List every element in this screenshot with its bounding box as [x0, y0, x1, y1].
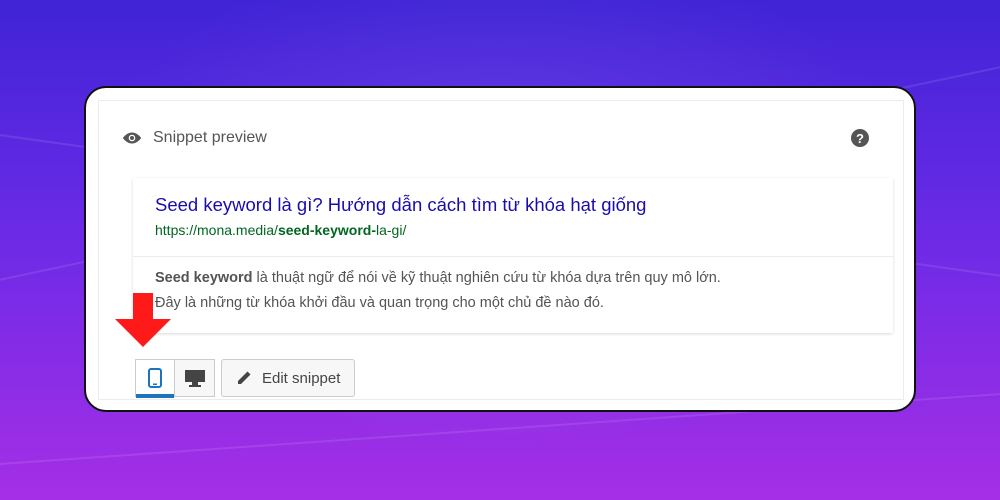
snippet-panel: Snippet preview ? Seed keyword là gì? Hư…	[98, 100, 904, 400]
snippet-card: Snippet preview ? Seed keyword là gì? Hư…	[84, 86, 916, 412]
serp-description: Seed keyword là thuật ngữ để nói về kỹ t…	[155, 266, 875, 316]
desktop-preview-button[interactable]	[175, 359, 215, 397]
serp-desc-line1: là thuật ngữ để nói về kỹ thuật nghiên c…	[252, 270, 721, 286]
snippet-preview-header: Snippet preview	[121, 128, 267, 148]
serp-desc-line2: Đây là những từ khóa khởi đầu và quan tr…	[155, 295, 604, 311]
edit-snippet-button[interactable]: Edit snippet	[221, 359, 356, 397]
serp-desc-keyword: Seed keyword	[155, 270, 253, 286]
mobile-preview-button[interactable]	[135, 359, 175, 398]
red-arrow-down-icon	[115, 293, 171, 347]
pencil-icon	[238, 371, 251, 384]
question-icon[interactable]: ?	[851, 129, 869, 147]
serp-divider	[133, 256, 893, 257]
serp-preview: Seed keyword là gì? Hướng dẫn cách tìm t…	[133, 178, 893, 333]
serp-url-suffix: la-gi/	[376, 222, 407, 238]
edit-snippet-label: Edit snippet	[262, 369, 341, 387]
snippet-preview-title: Snippet preview	[153, 129, 267, 146]
serp-url-prefix: https://mona.media/	[155, 222, 278, 238]
serp-title[interactable]: Seed keyword là gì? Hướng dẫn cách tìm t…	[155, 194, 646, 216]
mobile-icon	[148, 368, 162, 388]
desktop-icon	[184, 370, 205, 387]
serp-url-keyword: seed-keyword-	[277, 222, 376, 238]
serp-url: https://mona.media/seed-keyword-la-gi/	[155, 222, 406, 238]
eye-icon	[122, 132, 142, 144]
preview-controls: Edit snippet	[135, 359, 356, 399]
